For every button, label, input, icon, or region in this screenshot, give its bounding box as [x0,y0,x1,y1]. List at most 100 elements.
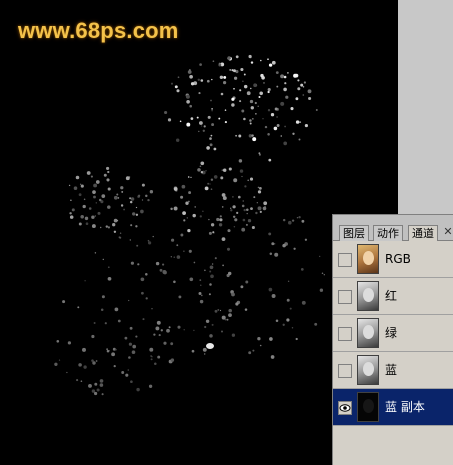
speckle [258,152,261,155]
speckle [222,264,224,267]
speckle [84,216,89,221]
tab-actions[interactable]: 动作 [373,225,403,241]
tab-layers[interactable]: 图层 [339,225,369,241]
speckle [94,252,97,254]
speckle [267,109,271,112]
speckle [130,224,133,227]
tab-channels[interactable]: 通道 [408,225,438,242]
speckle [238,134,242,138]
speckle [241,175,243,178]
speckle [153,333,156,336]
speckle [104,322,107,325]
speckle [268,287,273,292]
speckle [282,323,285,326]
visibility-toggle[interactable] [338,401,352,415]
speckle [135,225,138,228]
speckle [260,59,262,62]
speckle [196,116,199,119]
speckle [264,125,268,129]
speckle [242,218,246,222]
speckle [287,280,290,282]
speckle [211,108,213,110]
speckle [82,204,86,209]
speckle [242,80,244,82]
speckle [174,85,178,89]
speckle [276,116,278,118]
panel-tab-bar: 图层 动作 通道 ✕ [333,215,453,242]
speckle [209,183,211,185]
close-icon[interactable]: ✕ [443,225,453,239]
visibility-toggle[interactable] [338,290,352,304]
speckle [237,195,241,199]
channels-panel: 图层 动作 通道 ✕ RGB 红 绿 蓝 蓝 副本 [332,214,453,465]
speckle [263,201,268,206]
speckle [269,252,273,256]
speckle [185,201,189,205]
speckle [199,165,202,168]
speckle [187,70,192,74]
speckle [176,255,181,259]
speckle [157,355,161,359]
speckle [209,137,212,140]
speckle [186,217,188,219]
speckle [84,280,86,282]
speckle [106,166,110,170]
channel-row-blue-copy[interactable]: 蓝 副本 [333,389,453,426]
speckle [150,355,153,357]
speckle [129,239,131,241]
visibility-toggle[interactable] [338,253,352,267]
speckle [204,186,209,191]
speckle [164,110,168,115]
speckle [243,73,246,76]
speckle [259,187,262,190]
speckle [93,322,96,324]
speckle [295,120,300,124]
speckle [319,288,324,292]
speckle [300,83,304,87]
speckle [259,210,262,214]
channel-thumbnail [357,244,379,274]
speckle [275,71,279,74]
speckle [238,159,243,163]
speckle [147,198,150,202]
speckle [88,207,92,210]
speckle [284,125,286,128]
channel-row-rgb[interactable]: RGB [333,241,453,278]
speckle [76,379,79,382]
speckle [113,218,118,223]
speckle [210,274,214,279]
speckle [252,349,255,352]
speckle [175,138,180,142]
speckle [218,223,223,227]
speckle [276,85,279,88]
speckle [207,115,211,119]
speckle [200,171,204,174]
speckle [78,222,82,226]
channel-row-red[interactable]: 红 [333,278,453,315]
speckle [269,337,273,341]
speckle [307,89,312,94]
speckle [232,196,234,198]
channel-row-blue[interactable]: 蓝 [333,352,453,389]
channel-row-green[interactable]: 绿 [333,315,453,352]
speckle [198,92,201,95]
speckle [298,138,301,141]
speckle [152,235,154,238]
speckle [274,243,276,245]
speckle [245,280,249,284]
speckle [284,82,287,85]
visibility-toggle[interactable] [338,364,352,378]
speckle [219,309,222,312]
visibility-toggle[interactable] [338,327,352,341]
speckle [135,206,138,209]
speckle [82,347,86,352]
channel-label: 红 [385,289,398,303]
speckle [162,270,167,274]
speckle [107,187,111,191]
speckle [211,263,214,265]
speckle [206,146,210,150]
speckle [181,184,186,189]
eye-icon [339,404,351,412]
channel-thumbnail [357,355,379,385]
speckle [112,223,116,227]
